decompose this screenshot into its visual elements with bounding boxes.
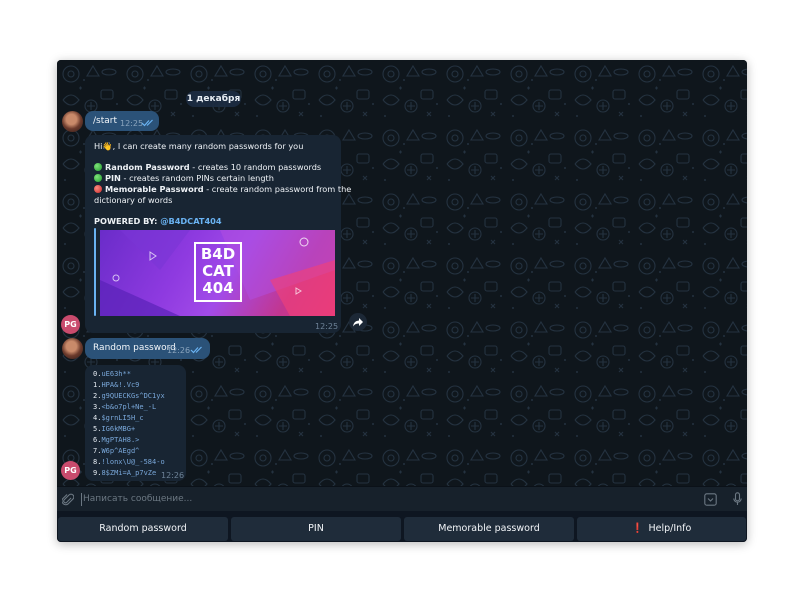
keyboard-button-pin[interactable]: PIN bbox=[231, 517, 401, 541]
keyboard-button-memorable-password[interactable]: Memorable password bbox=[404, 517, 574, 541]
message-time: 12:25 bbox=[315, 322, 339, 331]
feature-random-password: Random Password - creates 10 random pass… bbox=[94, 162, 321, 172]
user-avatar[interactable] bbox=[62, 111, 83, 132]
keyboard-button-random-password[interactable]: Random password bbox=[58, 517, 228, 541]
password-item[interactable]: 0.uE63h** bbox=[93, 370, 131, 378]
microphone-icon[interactable] bbox=[733, 492, 742, 506]
help-info-label: Help/Info bbox=[648, 523, 692, 534]
message-time: 12:26 bbox=[161, 471, 185, 480]
keyboard-button-help-info[interactable]: ❗ Help/Info bbox=[577, 517, 746, 541]
date-separator: 1 декабря bbox=[186, 91, 241, 107]
red-circle-icon bbox=[94, 185, 102, 193]
password-item[interactable]: 4.$grnLI5H_c bbox=[93, 414, 144, 422]
greeting-text: Hi👋, I can create many random passwords … bbox=[94, 141, 304, 151]
user-avatar[interactable] bbox=[62, 338, 83, 359]
telegram-window: 1 декабря /start 12:25 Hi👋, I can create… bbox=[57, 60, 747, 542]
message-time: 12:25 bbox=[120, 119, 144, 128]
message-start[interactable]: /start 12:25 bbox=[85, 111, 159, 131]
password-item[interactable]: 3.<b&o7pl+Ne_-L bbox=[93, 403, 156, 411]
message-input-bar: Написать сообщение... bbox=[57, 486, 747, 511]
password-item[interactable]: 5.IG6kMBG+ bbox=[93, 425, 135, 433]
green-circle-icon bbox=[94, 174, 102, 182]
message-input[interactable]: Написать сообщение... bbox=[83, 494, 192, 504]
password-item[interactable]: 6.MgPTAH8.> bbox=[93, 436, 139, 444]
message-text: Random password bbox=[93, 343, 176, 353]
link-preview-image[interactable]: B4D CAT 404 bbox=[100, 230, 335, 316]
password-item[interactable]: 1.HPA&!.Vc9 bbox=[93, 381, 139, 389]
powered-by-link[interactable]: @B4DCAT404 bbox=[160, 216, 221, 226]
message-random-password[interactable]: Random password 12:26 bbox=[85, 338, 210, 359]
message-text: /start bbox=[93, 116, 117, 126]
message-password-list[interactable]: 0.uE63h** 1.HPA&!.Vc9 2.g9QUECKGs^DC1yx … bbox=[85, 365, 186, 481]
link-preview-accent bbox=[94, 228, 96, 316]
chat-area[interactable]: 1 декабря /start 12:25 Hi👋, I can create… bbox=[57, 60, 747, 486]
bot-avatar[interactable]: PG bbox=[61, 315, 80, 334]
forward-icon[interactable] bbox=[349, 313, 367, 331]
message-bot-info[interactable]: Hi👋, I can create many random passwords … bbox=[85, 135, 351, 333]
double-check-icon bbox=[190, 346, 202, 354]
feature-memorable-password: Memorable Password - create random passw… bbox=[94, 184, 351, 194]
paperclip-icon[interactable] bbox=[62, 493, 74, 506]
green-circle-icon bbox=[94, 163, 102, 171]
password-item[interactable]: 9.8$ZMi=A_p7vZe bbox=[93, 469, 156, 477]
double-check-icon bbox=[141, 119, 153, 127]
bot-avatar[interactable]: PG bbox=[61, 461, 80, 480]
password-item[interactable]: 8.!lonx\U@_-584-o bbox=[93, 458, 165, 466]
b4dcat-logo: B4D CAT 404 bbox=[194, 242, 242, 302]
feature-pin: PIN - creates random PINs certain length bbox=[94, 173, 274, 183]
bot-reply-keyboard: Random password PIN Memorable password ❗… bbox=[57, 511, 747, 542]
feature-memorable-password-cont: dictionary of words bbox=[94, 195, 173, 205]
message-time: 12:26 bbox=[167, 346, 191, 355]
exclamation-icon: ❗ bbox=[631, 523, 644, 534]
text-cursor bbox=[81, 493, 82, 506]
bot-keyboard-icon[interactable] bbox=[704, 493, 717, 506]
password-item[interactable]: 7.W6p^AEgd^ bbox=[93, 447, 139, 455]
password-item[interactable]: 2.g9QUECKGs^DC1yx bbox=[93, 392, 165, 400]
powered-by: POWERED BY: @B4DCAT404 bbox=[94, 216, 222, 226]
